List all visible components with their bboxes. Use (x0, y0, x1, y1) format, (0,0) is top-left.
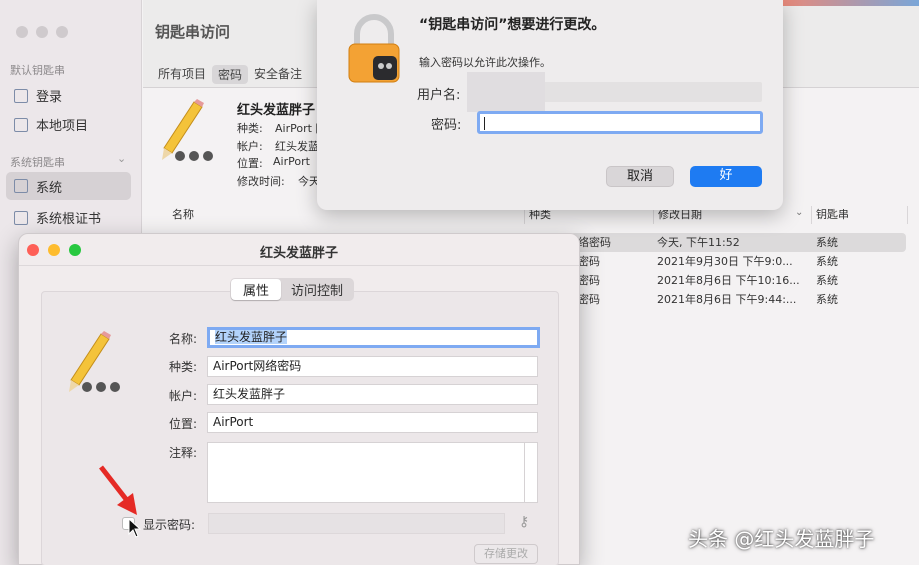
tab-attributes[interactable]: 属性 (231, 279, 282, 300)
auth-message: 输入密码以允许此次操作。 (419, 56, 551, 69)
pencil-key-icon (65, 330, 127, 399)
detail-kind-label: 种类: (237, 122, 263, 135)
table-row[interactable]: 密码 2021年8月6日 下午9:44:... 系统 (570, 290, 906, 309)
username-label: 用户名: (417, 88, 461, 103)
ok-button[interactable]: 好 (690, 166, 762, 187)
segmented-tabs: 属性 访问控制 (230, 278, 355, 301)
lock-icon (14, 179, 28, 193)
sort-chevron-icon: ⌄ (795, 207, 804, 218)
watermark: 头条 @红头发蓝胖子 (688, 527, 875, 551)
password-label: 密码: (431, 118, 462, 133)
window-title: 钥匙串访问 (155, 23, 231, 41)
location-field[interactable]: AirPort (207, 412, 538, 433)
table-row[interactable]: 密码 2021年9月30日 下午9:0... 系统 (570, 252, 906, 271)
account-label: 帐户: (168, 389, 197, 403)
pencil-key-icon (158, 98, 220, 167)
location-label: 位置: (168, 417, 197, 431)
category-tabs: 所有项目 密码 安全备注 (158, 65, 302, 84)
kind-field[interactable]: AirPort网络密码 (207, 356, 538, 377)
item-title-bar: 红头发蓝胖子 (19, 234, 579, 266)
name-field[interactable]: 红头发蓝胖子 (207, 327, 540, 348)
detail-location-label: 位置: (237, 157, 263, 170)
auth-dialog: “钥匙串访问”想要进行更改。 输入密码以允许此次操作。 用户名: 密码: 取消 … (317, 0, 783, 210)
sidebar-item-system[interactable]: 系统 (6, 172, 131, 200)
detail-name: 红头发蓝胖子 (237, 103, 316, 118)
tab-access-control[interactable]: 访问控制 (281, 279, 353, 300)
detail-account-label: 帐户: (237, 140, 263, 153)
lock-icon (14, 117, 28, 132)
tab-passwords[interactable]: 密码 (212, 65, 249, 84)
name-label: 名称: (168, 332, 197, 346)
table-row[interactable]: 络密码 今天, 下午11:52 系统 (570, 233, 906, 252)
account-field[interactable]: 红头发蓝胖子 (207, 384, 538, 405)
desktop-background-strip (783, 0, 919, 6)
lock-icon (14, 88, 28, 103)
certificate-icon (14, 210, 28, 225)
auth-title: “钥匙串访问”想要进行更改。 (419, 17, 606, 33)
kind-label: 种类: (168, 360, 197, 374)
detail-modified-label: 修改时间: (237, 175, 285, 188)
close-dot[interactable] (16, 26, 28, 38)
default-keychains-header: 默认钥匙串 (10, 64, 65, 77)
table-row[interactable]: 密码 2021年8月6日 下午10:16... 系统 (570, 271, 906, 290)
password-display-field (208, 513, 505, 534)
sidebar-item-login[interactable]: 登录 (14, 86, 62, 105)
sidebar-item-local[interactable]: 本地项目 (14, 115, 88, 134)
system-keychains-header: 系统钥匙串 (10, 156, 65, 169)
minimize-dot[interactable] (35, 26, 48, 38)
column-keychain[interactable]: 钥匙串 (812, 206, 908, 224)
tab-all-items[interactable]: 所有项目 (158, 65, 206, 84)
comment-textarea[interactable] (207, 442, 538, 503)
detail-account-value: 红头发蓝 (275, 140, 319, 153)
detail-location-value: AirPort (273, 155, 310, 168)
save-changes-button[interactable]: 存储更改 (474, 544, 538, 564)
cancel-button[interactable]: 取消 (606, 166, 674, 187)
comment-label: 注释: (168, 446, 197, 460)
key-icon[interactable]: ⚷ (519, 514, 529, 530)
show-password-label: 显示密码: (143, 518, 196, 532)
chevron-down-icon[interactable]: ⌄ (117, 152, 126, 165)
tab-secure-notes[interactable]: 安全备注 (254, 65, 302, 84)
red-arrow-annotation (95, 463, 145, 526)
password-field[interactable] (477, 111, 763, 134)
redacted-username-mask (467, 72, 545, 112)
sidebar-item-system-roots[interactable]: 系统根证书 (14, 208, 101, 227)
zoom-dot[interactable] (55, 26, 68, 38)
item-window-title: 红头发蓝胖子 (259, 246, 338, 261)
padlock-icon (345, 14, 403, 87)
mouse-cursor-icon (128, 517, 142, 541)
window-controls (16, 26, 68, 41)
